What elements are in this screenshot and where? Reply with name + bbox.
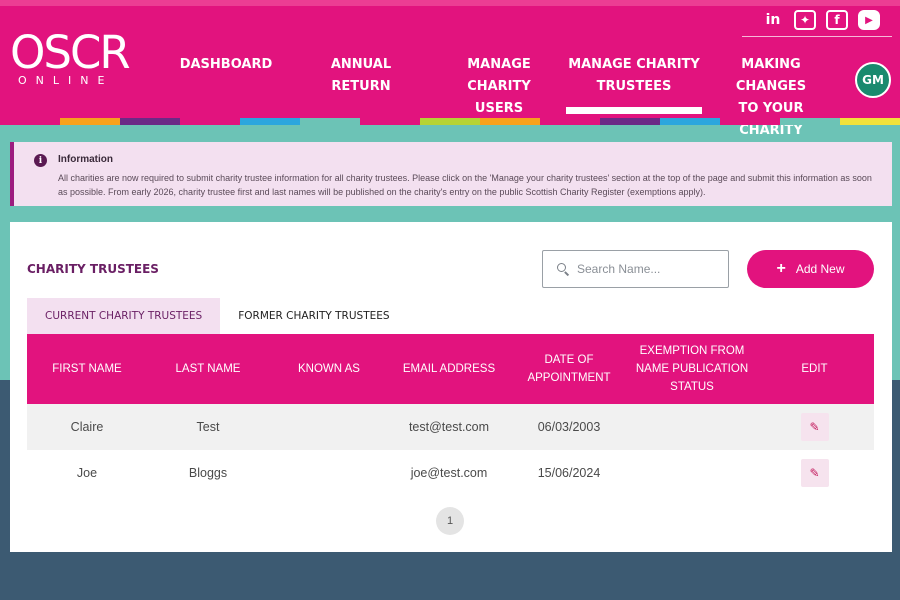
youtube-icon[interactable]: ▶ [858, 10, 880, 30]
cell-edit: ✎ [755, 413, 874, 441]
cell-first-name: Claire [70, 420, 104, 434]
info-text: All charities are now required to submit… [58, 173, 872, 197]
color-strip-segment [540, 118, 600, 125]
logo-wordmark: OSCR [10, 26, 131, 79]
table-header: FIRST NAME LAST NAME KNOWN AS EMAIL ADDR… [27, 334, 874, 404]
cell-first-name: Joe [76, 466, 98, 480]
trustees-card: CHARITY TRUSTEES + Add New CURRENT CHARI… [10, 222, 892, 552]
color-strip-segment [480, 118, 540, 125]
color-strip-segment [660, 118, 720, 125]
pencil-icon: ✎ [809, 466, 820, 480]
nav-manage-charity-users[interactable]: MANAGE CHARITY USERS [440, 44, 558, 116]
social-divider [742, 36, 892, 37]
cell-edit: ✎ [755, 459, 874, 487]
pencil-icon: ✎ [809, 420, 820, 434]
color-strip-segment [840, 118, 900, 125]
edit-button[interactable]: ✎ [800, 413, 829, 441]
cell-last-name: Test [196, 420, 220, 434]
header-email[interactable]: EMAIL ADDRESS [389, 360, 509, 378]
nav-making-changes[interactable]: MAKING CHANGES TO YOUR CHARITY [710, 44, 832, 138]
color-strip-segment [720, 118, 780, 125]
search-input[interactable] [577, 262, 717, 276]
header-known-as[interactable]: KNOWN AS [269, 360, 389, 378]
color-strip-segment [180, 118, 240, 125]
table-row: Joe Bloggs joe@test.com 15/06/2024 ✎ [27, 450, 874, 496]
info-title: Information [58, 154, 113, 165]
nav-annual-return[interactable]: ANNUAL RETURN [310, 44, 412, 114]
color-strip-segment [420, 118, 480, 125]
user-avatar[interactable]: GM [855, 62, 891, 98]
edit-button[interactable]: ✎ [800, 459, 829, 487]
facebook-icon[interactable]: f [826, 10, 848, 30]
cell-email: joe@test.com [410, 466, 488, 480]
trustees-table: FIRST NAME LAST NAME KNOWN AS EMAIL ADDR… [27, 334, 874, 496]
cell-date: 15/06/2024 [537, 466, 601, 480]
cell-email: test@test.com [408, 420, 490, 434]
header-date-of-appointment[interactable]: DATE OF APPOINTMENT [509, 351, 629, 387]
add-new-button[interactable]: + Add New [747, 250, 874, 288]
tab-former-trustees[interactable]: FORMER CHARITY TRUSTEES [220, 298, 407, 334]
header-exemption-status[interactable]: EXEMPTION FROM NAME PUBLICATION STATUS [629, 342, 755, 396]
color-strip-segment [360, 118, 420, 125]
page-title: CHARITY TRUSTEES [27, 262, 159, 276]
twitter-icon[interactable]: ✦ [794, 10, 816, 30]
nav-manage-charity-trustees[interactable]: MANAGE CHARITY TRUSTEES [566, 44, 702, 114]
oscr-logo[interactable]: OSCR ONLINE [10, 26, 131, 88]
plus-icon: + [776, 260, 786, 277]
add-new-label: Add New [795, 262, 845, 276]
social-links: in ✦ f ▶ [762, 10, 880, 30]
search-icon [557, 263, 569, 275]
color-strip-segment [600, 118, 660, 125]
color-strip-segment [0, 118, 60, 125]
color-strip-segment [780, 118, 840, 125]
color-strip [0, 118, 900, 125]
color-strip-segment [240, 118, 300, 125]
header-edit: EDIT [801, 363, 828, 375]
pagination-page[interactable]: 1 [436, 507, 464, 535]
logo-subtitle: ONLINE [18, 74, 114, 87]
header-top-line [0, 0, 900, 6]
header-first-name[interactable]: FIRST NAME [27, 360, 147, 378]
color-strip-segment [300, 118, 360, 125]
site-header: in ✦ f ▶ OSCR ONLINE DASHBOARD ANNUAL RE… [0, 0, 900, 138]
color-strip-segment [60, 118, 120, 125]
info-banner: i Information All charities are now requ… [10, 142, 892, 206]
info-icon: i [34, 154, 47, 167]
trustee-tabs: CURRENT CHARITY TRUSTEES FORMER CHARITY … [27, 298, 408, 334]
color-strip-segment [120, 118, 180, 125]
tab-current-trustees[interactable]: CURRENT CHARITY TRUSTEES [27, 298, 221, 334]
cell-date: 06/03/2003 [537, 420, 601, 434]
linkedin-icon[interactable]: in [762, 10, 784, 30]
nav-dashboard[interactable]: DASHBOARD [175, 44, 277, 114]
cell-last-name: Bloggs [188, 466, 228, 480]
table-row: Claire Test test@test.com 06/03/2003 ✎ [27, 404, 874, 450]
header-last-name[interactable]: LAST NAME [147, 360, 269, 378]
search-box[interactable] [542, 250, 729, 288]
